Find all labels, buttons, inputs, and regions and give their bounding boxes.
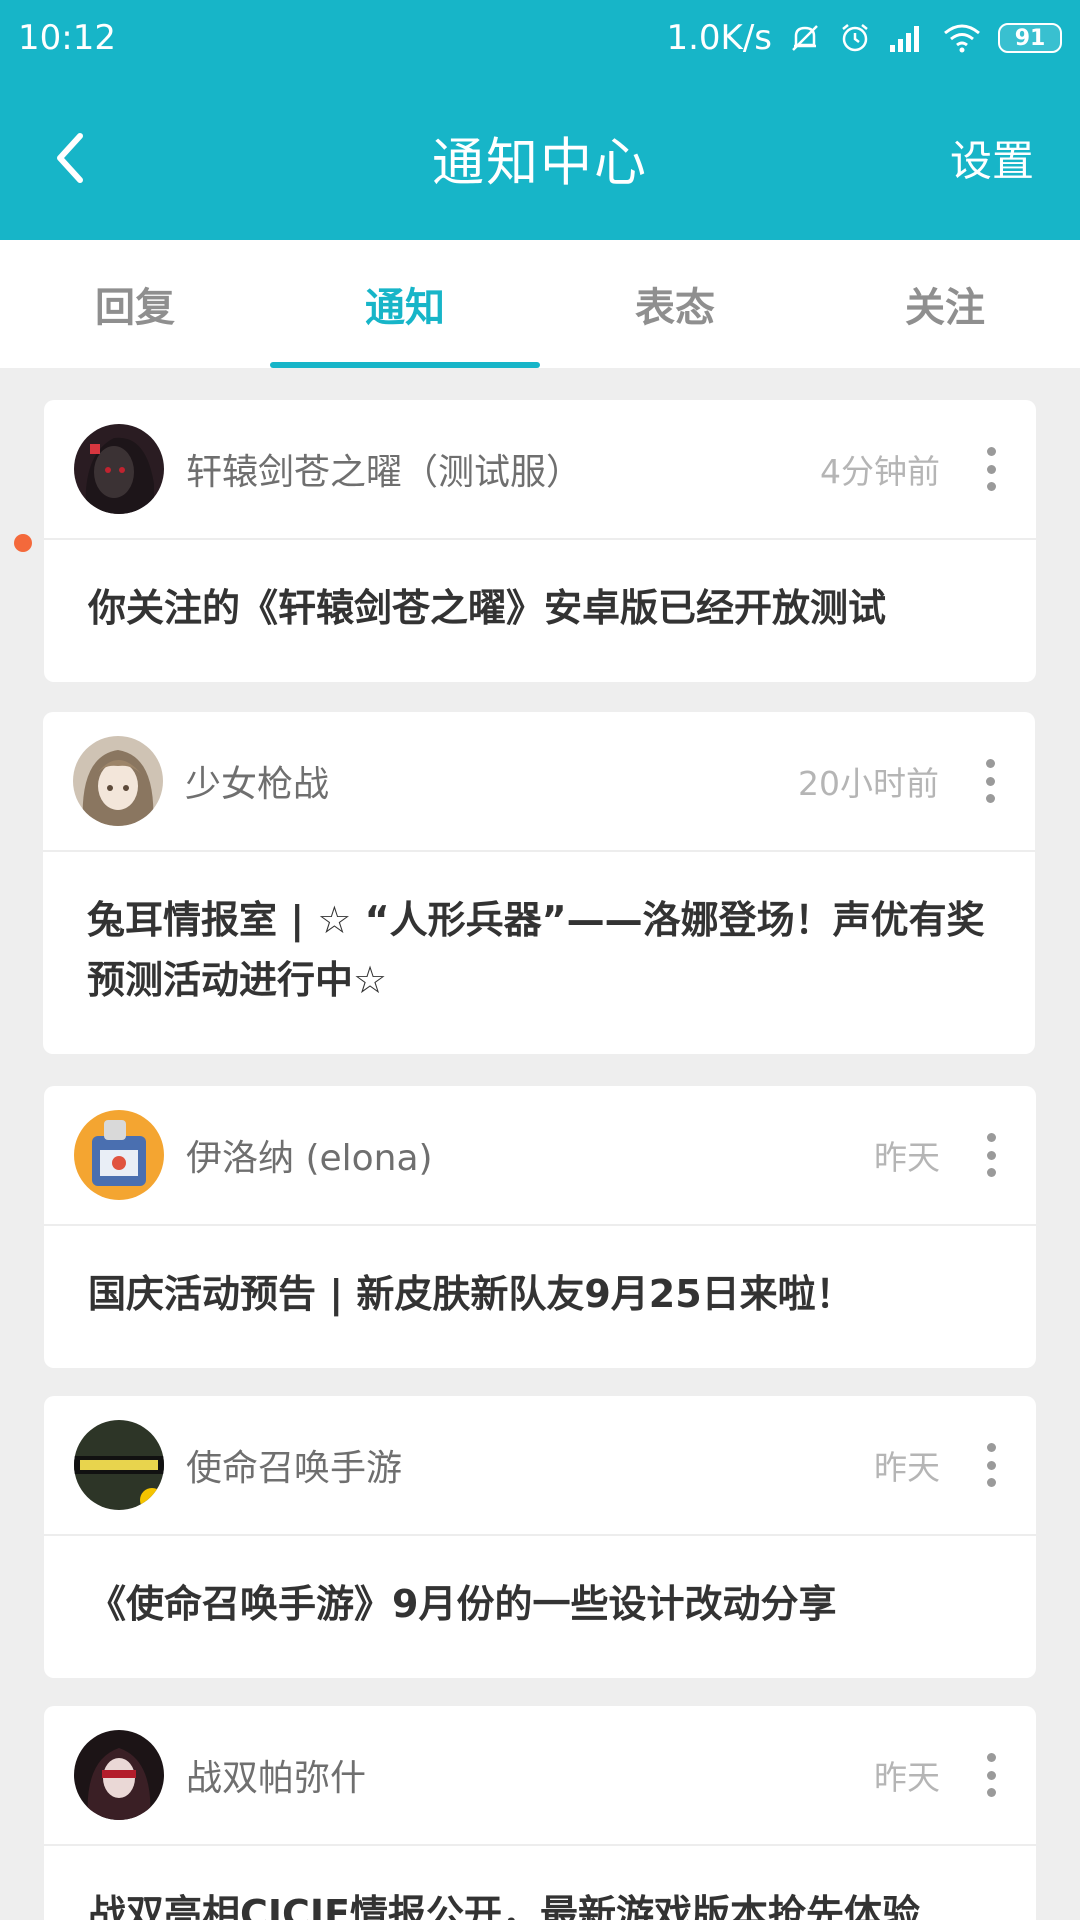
timestamp: 昨天 — [874, 1138, 940, 1177]
notification-card[interactable]: 轩辕剑苍之曜（测试服） 4分钟前 你关注的《轩辕剑苍之曜》安卓版已经开放测试 — [44, 400, 1036, 682]
card-header: 战双帕弥什 昨天 — [44, 1706, 1036, 1846]
more-options-icon[interactable] — [976, 1435, 1006, 1495]
notification-message: 国庆活动预告 | 新皮肤新队友9月25日来啦！ — [88, 1272, 854, 1316]
notification-card[interactable]: 战双帕弥什 昨天 战双亮相CICJF情报公开，最新游戏版本抢先体验 — [44, 1706, 1036, 1920]
alarm-icon — [838, 21, 872, 55]
tab-notifications[interactable]: 通知 — [270, 240, 540, 368]
network-speed: 1.0K/s — [666, 18, 772, 58]
notification-message: 你关注的《轩辕剑苍之曜》安卓版已经开放测试 — [88, 586, 887, 630]
notification-message: 战双亮相CICJF情报公开，最新游戏版本抢先体验 — [88, 1892, 921, 1920]
tab-reactions[interactable]: 表态 — [540, 240, 810, 368]
avatar[interactable] — [74, 1420, 164, 1510]
unread-indicator — [14, 534, 32, 552]
more-options-icon[interactable] — [975, 751, 1005, 811]
tab-bar: 回复 通知 表态 关注 — [0, 240, 1080, 368]
timestamp: 4分钟前 — [820, 452, 940, 491]
card-header: 轩辕剑苍之曜（测试服） 4分钟前 — [44, 400, 1036, 540]
card-header: 伊洛纳 (elona) 昨天 — [44, 1086, 1036, 1226]
page-title: 通知中心 — [431, 133, 648, 194]
card-header: 少女枪战 20小时前 — [43, 712, 1035, 852]
notification-card[interactable]: 使命召唤手游 昨天 《使命召唤手游》9月份的一些设计改动分享 — [44, 1396, 1036, 1678]
card-header: 使命召唤手游 昨天 — [44, 1396, 1036, 1536]
signal-icon — [888, 23, 926, 53]
avatar[interactable] — [74, 1110, 164, 1200]
timestamp: 20小时前 — [798, 764, 939, 803]
timestamp: 昨天 — [874, 1758, 940, 1797]
source-name: 少女枪战 — [185, 764, 330, 805]
source-name: 伊洛纳 (elona) — [186, 1138, 433, 1179]
notification-card[interactable]: 少女枪战 20小时前 兔耳情报室 | ☆ “人形兵器”——洛娜登场！声优有奖预测… — [43, 712, 1035, 1054]
mute-icon — [788, 21, 822, 55]
source-name: 使命召唤手游 — [186, 1448, 403, 1489]
avatar[interactable] — [73, 736, 163, 826]
status-bar: 10:12 1.0K/s 91 — [0, 0, 1080, 76]
nav-bar: 通知中心 设置 — [0, 76, 1080, 240]
app-header: 10:12 1.0K/s 91 通知中心 设置 — [0, 0, 1080, 240]
tab-replies[interactable]: 回复 — [0, 240, 270, 368]
avatar[interactable] — [74, 424, 164, 514]
status-time: 10:12 — [18, 18, 116, 58]
more-options-icon[interactable] — [976, 1745, 1006, 1805]
timestamp: 昨天 — [874, 1448, 940, 1487]
wifi-icon — [942, 23, 982, 53]
source-name: 轩辕剑苍之曜（测试服） — [186, 452, 583, 493]
source-name: 战双帕弥什 — [186, 1758, 367, 1799]
more-options-icon[interactable] — [976, 1125, 1006, 1185]
avatar[interactable] — [74, 1730, 164, 1820]
notification-message: 兔耳情报室 | ☆ “人形兵器”——洛娜登场！声优有奖预测活动进行中☆ — [87, 898, 985, 1002]
notification-message: 《使命召唤手游》9月份的一些设计改动分享 — [88, 1582, 837, 1626]
settings-button[interactable]: 设置 — [950, 128, 1034, 189]
tab-follows[interactable]: 关注 — [810, 240, 1080, 368]
notification-card[interactable]: 伊洛纳 (elona) 昨天 国庆活动预告 | 新皮肤新队友9月25日来啦！ — [44, 1086, 1036, 1368]
battery-indicator: 91 — [998, 23, 1062, 53]
status-indicators: 1.0K/s 91 — [666, 18, 1062, 58]
more-options-icon[interactable] — [976, 439, 1006, 499]
